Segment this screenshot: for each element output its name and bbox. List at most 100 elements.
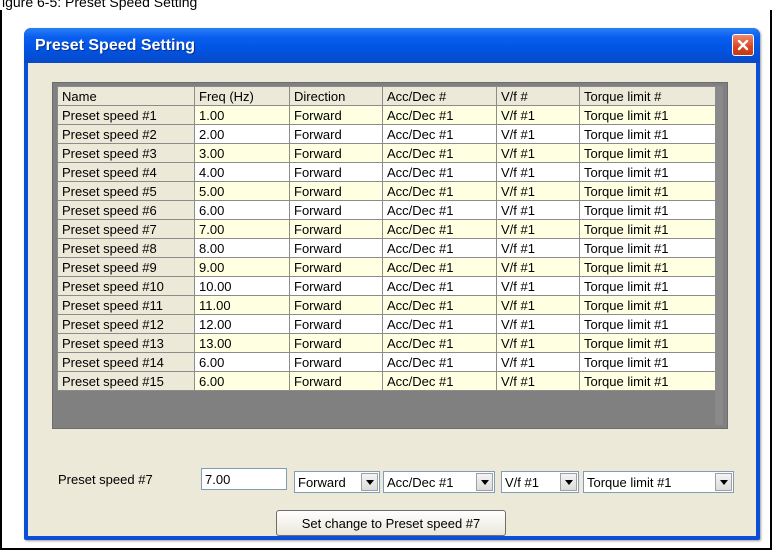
table-cell[interactable]: Forward	[289, 200, 383, 220]
table-cell[interactable]: Torque limit #1	[579, 124, 720, 144]
table-cell[interactable]: Torque limit #1	[579, 352, 720, 372]
table-cell[interactable]: Acc/Dec #1	[382, 105, 497, 125]
accdec-dropdown[interactable]: Acc/Dec #1	[383, 471, 495, 493]
table-cell[interactable]: V/f #1	[496, 124, 580, 144]
table-cell[interactable]: Torque limit #1	[579, 181, 720, 201]
set-change-button[interactable]: Set change to Preset speed #7	[276, 510, 506, 536]
table-cell[interactable]: V/f #1	[496, 143, 580, 163]
table-cell[interactable]: 5.00	[194, 181, 290, 201]
table-cell[interactable]: Acc/Dec #1	[382, 314, 497, 334]
table-row[interactable]: Preset speed #11 11.00 Forward Acc/Dec #1 V/…	[57, 295, 720, 315]
table-cell[interactable]: Forward	[289, 314, 383, 334]
table-cell[interactable]: Acc/Dec #1	[382, 238, 497, 258]
table-cell[interactable]: Torque limit #1	[579, 333, 720, 353]
table-cell[interactable]: 11.00	[194, 295, 290, 315]
table-cell[interactable]: Torque limit #1	[579, 257, 720, 277]
table-row[interactable]: Preset speed #10 10.00 Forward Acc/Dec #1 V/…	[57, 276, 720, 296]
table-cell[interactable]: V/f #1	[496, 333, 580, 353]
table-cell[interactable]: 10.00	[194, 276, 290, 296]
table-cell[interactable]: V/f #1	[496, 219, 580, 239]
table-cell[interactable]: V/f #1	[496, 295, 580, 315]
table-cell[interactable]: V/f #1	[496, 200, 580, 220]
table-cell[interactable]: Forward	[289, 219, 383, 239]
table-row[interactable]: Preset speed #13 13.00 Forward Acc/Dec #1 V/…	[57, 333, 720, 353]
chevron-down-icon[interactable]	[560, 473, 577, 491]
table-cell[interactable]: Torque limit #1	[579, 219, 720, 239]
table-cell[interactable]: Torque limit #1	[579, 371, 720, 391]
table-cell[interactable]: Torque limit #1	[579, 295, 720, 315]
column-header[interactable]: Direction	[289, 86, 383, 106]
table-cell[interactable]: 9.00	[194, 257, 290, 277]
table-cell[interactable]: Acc/Dec #1	[382, 371, 497, 391]
table-cell[interactable]: Forward	[289, 295, 383, 315]
table-cell[interactable]: Acc/Dec #1	[382, 295, 497, 315]
table-cell[interactable]: Forward	[289, 181, 383, 201]
close-button[interactable]	[732, 34, 754, 56]
table-row[interactable]: Preset speed #1 1.00 Forward Acc/Dec #1 V/f …	[57, 105, 720, 125]
table-cell[interactable]: V/f #1	[496, 257, 580, 277]
table-row[interactable]: Preset speed #2 2.00 Forward Acc/Dec #1 V/f …	[57, 124, 720, 144]
table-cell[interactable]: Acc/Dec #1	[382, 333, 497, 353]
table-cell[interactable]: Acc/Dec #1	[382, 352, 497, 372]
table-row[interactable]: Preset speed #14 6.00 Forward Acc/Dec #1 V/f…	[57, 352, 720, 372]
table-cell[interactable]: Acc/Dec #1	[382, 143, 497, 163]
torque-limit-dropdown[interactable]: Torque limit #1	[583, 471, 734, 493]
table-cell[interactable]: 8.00	[194, 238, 290, 258]
grid-scrollbar[interactable]	[715, 86, 723, 425]
chevron-down-icon[interactable]	[361, 473, 378, 491]
table-cell[interactable]: V/f #1	[496, 352, 580, 372]
table-cell[interactable]: 6.00	[194, 352, 290, 372]
table-cell[interactable]: 2.00	[194, 124, 290, 144]
table-row[interactable]: Preset speed #15 6.00 Forward Acc/Dec #1 V/f…	[57, 371, 720, 391]
table-row[interactable]: Preset speed #7 7.00 Forward Acc/Dec #1 V/f …	[57, 219, 720, 239]
table-cell[interactable]: 3.00	[194, 143, 290, 163]
chevron-down-icon[interactable]	[715, 473, 732, 491]
table-cell[interactable]: Forward	[289, 238, 383, 258]
table-row[interactable]: Preset speed #5 5.00 Forward Acc/Dec #1 V/f …	[57, 181, 720, 201]
column-header[interactable]: Freq (Hz)	[194, 86, 290, 106]
table-cell[interactable]: Acc/Dec #1	[382, 276, 497, 296]
table-row[interactable]: Preset speed #6 6.00 Forward Acc/Dec #1 V/f …	[57, 200, 720, 220]
table-cell[interactable]: Forward	[289, 276, 383, 296]
table-cell[interactable]: Torque limit #1	[579, 200, 720, 220]
table-cell[interactable]: V/f #1	[496, 276, 580, 296]
column-header[interactable]: Name	[57, 86, 195, 106]
table-cell[interactable]: Forward	[289, 257, 383, 277]
table-cell[interactable]: Torque limit #1	[579, 162, 720, 182]
table-cell[interactable]: Torque limit #1	[579, 105, 720, 125]
table-cell[interactable]: V/f #1	[496, 181, 580, 201]
column-header[interactable]: V/f #	[496, 86, 580, 106]
table-cell[interactable]: V/f #1	[496, 314, 580, 334]
table-cell[interactable]: Acc/Dec #1	[382, 124, 497, 144]
table-row[interactable]: Preset speed #4 4.00 Forward Acc/Dec #1 V/f …	[57, 162, 720, 182]
table-cell[interactable]: Forward	[289, 371, 383, 391]
table-cell[interactable]: Forward	[289, 143, 383, 163]
table-cell[interactable]: 7.00	[194, 219, 290, 239]
table-cell[interactable]: Acc/Dec #1	[382, 200, 497, 220]
table-cell[interactable]: 6.00	[194, 200, 290, 220]
table-cell[interactable]: V/f #1	[496, 238, 580, 258]
frequency-input[interactable]	[201, 468, 287, 490]
table-cell[interactable]: Forward	[289, 352, 383, 372]
table-cell[interactable]: Acc/Dec #1	[382, 181, 497, 201]
table-cell[interactable]: V/f #1	[496, 371, 580, 391]
table-cell[interactable]: Acc/Dec #1	[382, 257, 497, 277]
table-cell[interactable]: 12.00	[194, 314, 290, 334]
table-cell[interactable]: Acc/Dec #1	[382, 162, 497, 182]
table-cell[interactable]: Torque limit #1	[579, 238, 720, 258]
table-cell[interactable]: 6.00	[194, 371, 290, 391]
table-row[interactable]: Preset speed #8 8.00 Forward Acc/Dec #1 V/f …	[57, 238, 720, 258]
table-cell[interactable]: Torque limit #1	[579, 276, 720, 296]
table-row[interactable]: Preset speed #9 9.00 Forward Acc/Dec #1 V/f …	[57, 257, 720, 277]
table-cell[interactable]: 1.00	[194, 105, 290, 125]
table-cell[interactable]: 13.00	[194, 333, 290, 353]
direction-dropdown[interactable]: Forward	[294, 471, 380, 493]
table-cell[interactable]: Acc/Dec #1	[382, 219, 497, 239]
preset-speed-grid[interactable]: Name Freq (Hz) Direction Acc/Dec # V/f # Torq…	[52, 82, 728, 429]
table-cell[interactable]: V/f #1	[496, 105, 580, 125]
column-header[interactable]: Torque limit #	[579, 86, 720, 106]
table-row[interactable]: Preset speed #3 3.00 Forward Acc/Dec #1 V/f …	[57, 143, 720, 163]
chevron-down-icon[interactable]	[476, 473, 493, 491]
table-cell[interactable]: Forward	[289, 124, 383, 144]
title-bar[interactable]: Preset Speed Setting	[24, 28, 760, 63]
